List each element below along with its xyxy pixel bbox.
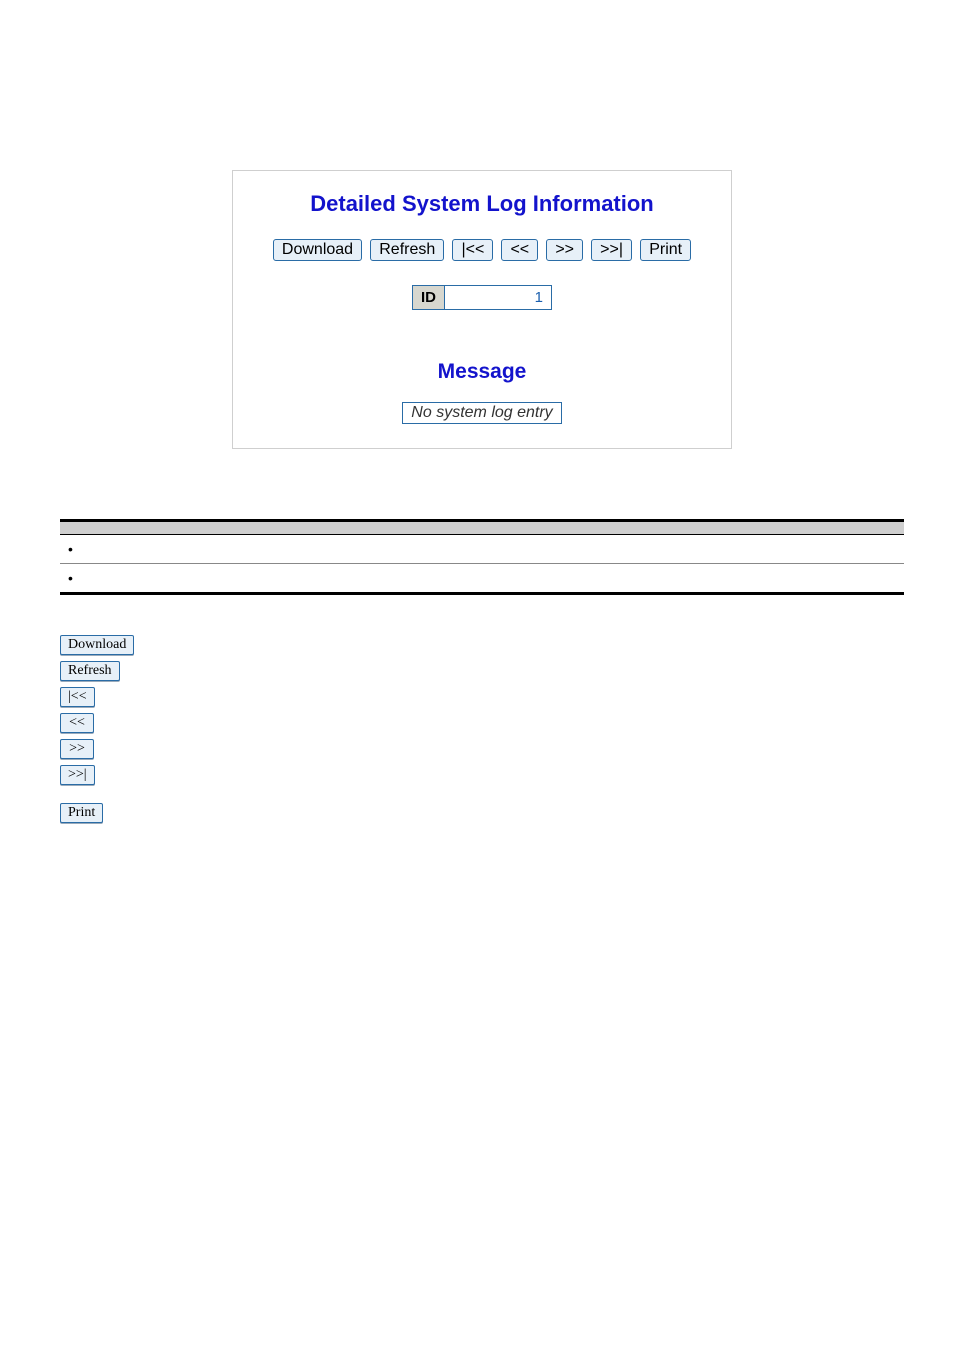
list-item: Refresh [60, 661, 904, 681]
row-term [60, 564, 247, 594]
prev-icon: << [60, 713, 94, 733]
list-item: Download [60, 635, 904, 655]
next-icon: >> [60, 739, 94, 759]
id-field: ID 1 [412, 285, 552, 310]
id-label: ID [413, 286, 445, 310]
list-item: >>| [60, 765, 904, 785]
syslog-panel: Detailed System Log Information Download… [232, 170, 732, 449]
row-term [60, 535, 247, 564]
refresh-button[interactable]: Refresh [370, 239, 444, 261]
download-button[interactable]: Download [273, 239, 362, 261]
last-icon: >>| [60, 765, 95, 785]
th-object [60, 521, 247, 535]
list-item: Print [60, 803, 904, 823]
download-icon: Download [60, 635, 134, 655]
next-button[interactable]: >> [546, 239, 583, 261]
first-button[interactable]: |<< [452, 239, 493, 261]
th-description [247, 521, 905, 535]
last-button[interactable]: >>| [591, 239, 632, 261]
row-desc [247, 564, 905, 594]
list-item: >> [60, 739, 904, 759]
print-icon: Print [60, 803, 103, 823]
panel-title: Detailed System Log Information [245, 191, 719, 217]
panel-button-row: Download Refresh |<< << >> >>| Print [245, 239, 719, 261]
print-button[interactable]: Print [640, 239, 691, 261]
parameter-table [60, 519, 904, 595]
list-item: |<< [60, 687, 904, 707]
table-row [60, 564, 904, 594]
message-content: No system log entry [402, 402, 561, 424]
row-desc [247, 535, 905, 564]
table-row [60, 535, 904, 564]
message-heading: Message [245, 360, 719, 384]
list-item: << [60, 713, 904, 733]
refresh-icon: Refresh [60, 661, 120, 681]
prev-button[interactable]: << [501, 239, 538, 261]
id-value: 1 [445, 286, 552, 310]
button-list: Download Refresh |<< << >> >>| Print [60, 635, 904, 823]
first-icon: |<< [60, 687, 95, 707]
